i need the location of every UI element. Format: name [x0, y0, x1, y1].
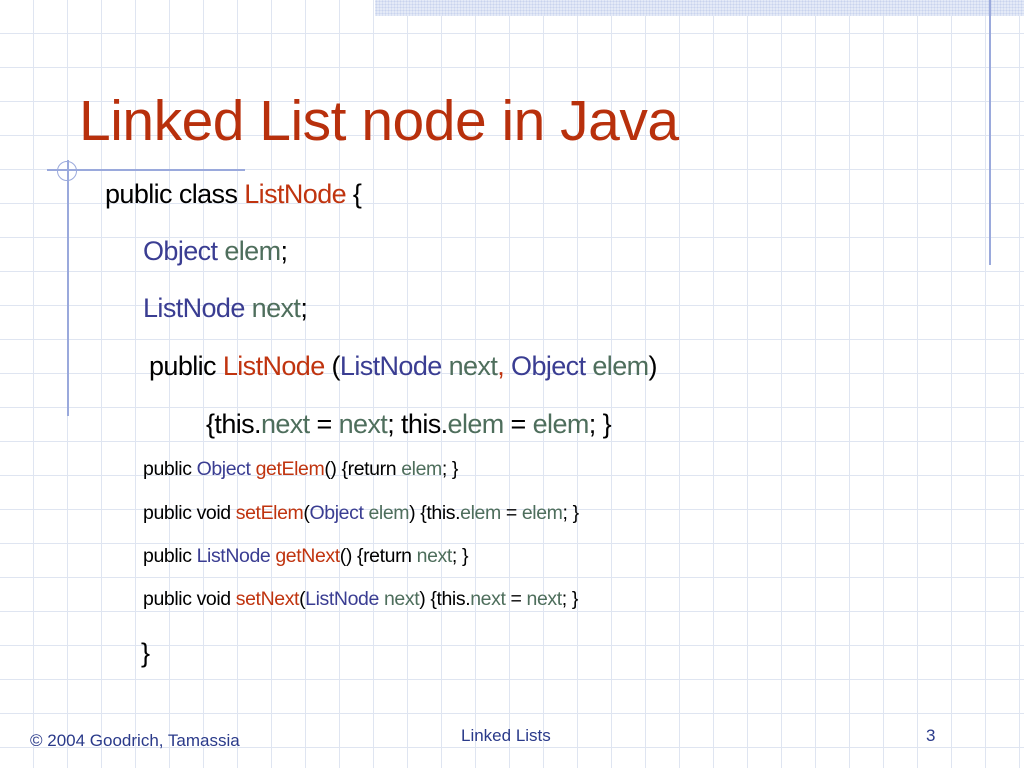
footer-topic: Linked Lists — [461, 726, 551, 745]
code-token: ; } — [588, 409, 612, 439]
decorative-line-left — [67, 160, 69, 416]
code-token: next — [416, 545, 453, 567]
code-token: ; } — [451, 545, 469, 567]
code-token: = — [309, 409, 339, 439]
code-line: public ListNode (ListNode next, Object e… — [149, 351, 658, 382]
code-line: {this.next = next; this.elem = elem; } — [206, 409, 612, 440]
code-token: Object — [309, 502, 364, 524]
code-token: ) — [648, 351, 658, 381]
code-token: next — [441, 351, 498, 381]
code-token: ListNode — [222, 351, 325, 381]
code-line: } — [141, 638, 150, 669]
code-token: () {return — [324, 458, 402, 480]
code-token: ListNode — [244, 179, 347, 209]
code-token: ListNode — [196, 545, 271, 567]
code-token: Object — [504, 351, 586, 381]
code-line: public void setElem(Object elem) {this.e… — [143, 502, 579, 525]
code-token: = — [500, 502, 522, 524]
code-token: ; } — [561, 588, 579, 610]
code-token: elem — [447, 409, 505, 439]
code-token: ; — [280, 236, 288, 266]
code-token: ; — [300, 293, 308, 323]
code-token: ListNode — [339, 351, 442, 381]
code-line: ListNode next; — [143, 293, 308, 324]
code-line: public class ListNode { — [105, 179, 362, 210]
code-token: next — [244, 293, 301, 323]
decorative-line-right — [989, 0, 991, 265]
slide-title: Linked List node in Java — [79, 89, 679, 153]
code-token: public void — [143, 588, 236, 610]
code-token: elem — [460, 502, 501, 524]
code-token: public — [143, 545, 197, 567]
code-line: Object elem; — [143, 236, 288, 267]
code-token: elem — [217, 236, 281, 266]
footer-copyright: © 2004 Goodrich, Tamassia — [30, 731, 240, 750]
code-line: public ListNode getNext() {return next; … — [143, 545, 468, 568]
code-token: {this. — [206, 409, 262, 439]
header-banner — [375, 0, 1024, 16]
code-token: elem — [363, 502, 410, 524]
code-token: setNext — [235, 588, 300, 610]
code-token: next — [260, 409, 310, 439]
code-token: public class — [105, 179, 245, 209]
code-token: () {return — [339, 545, 417, 567]
code-token: getNext — [270, 545, 340, 567]
code-token: ( — [324, 351, 341, 381]
code-token: public — [143, 458, 197, 480]
code-token: ; this. — [387, 409, 448, 439]
code-token: elem — [532, 409, 590, 439]
code-token: elem — [401, 458, 442, 480]
code-token: ListNode — [305, 588, 379, 610]
code-token: = — [503, 409, 533, 439]
footer-page-number: 3 — [926, 726, 936, 745]
code-token: ListNode — [143, 293, 245, 323]
code-token: ) {this. — [409, 502, 461, 524]
code-line: public Object getElem() {return elem; } — [143, 458, 458, 481]
code-token: setElem — [235, 502, 304, 524]
code-token: next — [526, 588, 563, 610]
code-token: ; } — [562, 502, 580, 524]
code-token: ; } — [441, 458, 459, 480]
code-token: elem — [521, 502, 563, 524]
code-line: public void setNext(ListNode next) {this… — [143, 588, 578, 611]
code-token: ) {this. — [419, 588, 471, 610]
code-token: Object — [196, 458, 251, 480]
code-token: } — [141, 638, 150, 668]
code-token: Object — [143, 236, 218, 266]
code-token: next — [338, 409, 388, 439]
code-token: = — [505, 588, 527, 610]
code-token: { — [346, 179, 362, 209]
code-token: next — [470, 588, 506, 610]
code-token: elem — [585, 351, 649, 381]
code-token: public void — [143, 502, 236, 524]
code-token: next — [378, 588, 420, 610]
code-token: public — [149, 351, 223, 381]
code-token: getElem — [250, 458, 325, 480]
decorative-circle-icon — [57, 161, 77, 181]
